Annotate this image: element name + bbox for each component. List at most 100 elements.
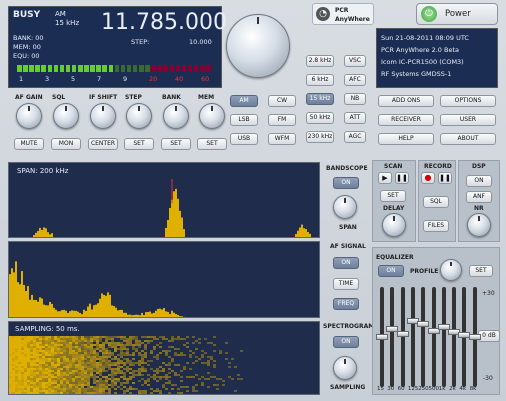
eq-slider[interactable] <box>421 287 425 387</box>
mem-readout: MEM: 00 <box>13 43 41 51</box>
eq-band-label: 60 <box>398 386 405 392</box>
span-knob[interactable] <box>333 195 357 219</box>
scan-set-button[interactable]: SET <box>380 190 406 202</box>
tuning-knob[interactable] <box>226 14 290 78</box>
eq-slider[interactable] <box>473 287 477 387</box>
af-time-button[interactable]: TIME <box>333 278 359 290</box>
eq-slider[interactable] <box>411 287 415 387</box>
info-line: Icom IC-PCR1500 (COM3) <box>381 56 493 68</box>
knob-button[interactable]: MON <box>51 138 81 150</box>
eq-slider-handle[interactable] <box>469 334 481 340</box>
meter-segment <box>188 65 193 72</box>
eq-band-label: 250 <box>418 386 429 392</box>
eq-slider[interactable] <box>442 287 446 387</box>
mode-button[interactable]: LSB <box>230 114 258 126</box>
dsp-on-button[interactable]: ON <box>466 175 492 187</box>
control-knob[interactable] <box>53 103 79 129</box>
meter-segment <box>170 65 175 72</box>
eq-band-label: 125 <box>408 386 419 392</box>
menu-button[interactable]: HELP <box>378 133 434 145</box>
eq-slider[interactable] <box>462 287 466 387</box>
anf-button[interactable]: ANF <box>466 191 492 203</box>
record-button[interactable]: ● <box>421 172 435 184</box>
meter-segment <box>145 65 150 72</box>
meter-scale-label: 9 <box>123 75 127 83</box>
eq-slider[interactable] <box>380 287 384 387</box>
menu-button[interactable]: OPTIONS <box>440 95 496 107</box>
profile-knob[interactable] <box>440 259 462 281</box>
control-knob[interactable] <box>90 103 116 129</box>
knob-button[interactable]: SET <box>161 138 191 150</box>
menu-button[interactable]: ABOUT <box>440 133 496 145</box>
eq-slider[interactable] <box>452 287 456 387</box>
meter-segment <box>60 65 65 72</box>
eq-slider[interactable] <box>401 287 405 387</box>
record-sql-button[interactable]: SQL <box>423 196 449 208</box>
option-button[interactable]: ATT <box>344 112 366 124</box>
bandscope-on-button[interactable]: ON <box>333 177 359 189</box>
meter-segment <box>157 65 162 72</box>
mode-button[interactable]: FM <box>268 114 296 126</box>
meter-scale-label: 40 <box>175 75 183 83</box>
spectrogram-plot: SAMPLING: 50 ms. <box>8 321 320 395</box>
knob-button[interactable]: SET <box>197 138 227 150</box>
delay-knob[interactable] <box>382 213 406 237</box>
spectrogram-on-button[interactable]: ON <box>333 336 359 348</box>
equalizer-set-button[interactable]: SET <box>469 265 493 277</box>
app-window: BUSY AM 15 kHz 11.785.000 BANK: 00 MEM: … <box>0 0 506 401</box>
step-button[interactable]: 50 kHz <box>306 112 334 124</box>
meter-scale-label: 5 <box>71 75 75 83</box>
mode-button[interactable]: AM <box>230 95 258 107</box>
eq-zero-db-button[interactable]: 0 dB <box>478 330 500 342</box>
meter-scale-label: 7 <box>97 75 101 83</box>
af-freq-button[interactable]: FREQ <box>333 298 359 310</box>
option-button[interactable]: VSC <box>344 55 366 67</box>
option-button[interactable]: AGC <box>344 131 366 143</box>
sampling-knob[interactable] <box>333 356 357 380</box>
af-signal-on-button[interactable]: ON <box>333 257 359 269</box>
step-button[interactable]: 6 kHz <box>306 74 334 86</box>
control-knob[interactable] <box>199 103 225 129</box>
scan-pause-button[interactable]: ❚❚ <box>395 172 409 184</box>
option-button[interactable]: NB <box>344 93 366 105</box>
bandscope-plot: SPAN: 200 kHz <box>8 162 320 238</box>
meter-segment <box>133 65 138 72</box>
profile-label: PROFILE <box>410 268 438 275</box>
equalizer-on-button[interactable]: ON <box>378 265 404 277</box>
bank-readout: BANK: 00 <box>13 34 44 42</box>
mode-button[interactable]: CW <box>268 95 296 107</box>
eq-band-label: 15 <box>377 386 384 392</box>
knob-label: AF GAIN <box>15 94 43 101</box>
record-pause-button[interactable]: ❚❚ <box>438 172 452 184</box>
control-knob[interactable] <box>16 103 42 129</box>
step-button[interactable]: 230 kHz <box>306 131 334 143</box>
mode-button[interactable]: USB <box>230 133 258 145</box>
control-knob[interactable] <box>126 103 152 129</box>
option-button[interactable]: AFC <box>344 74 366 86</box>
logo: ◔ PCR AnyWhere <box>312 3 374 25</box>
eq-slider[interactable] <box>390 287 394 387</box>
eq-slider-handle[interactable] <box>376 334 388 340</box>
bandwidth-readout: 15 kHz <box>55 19 79 27</box>
record-title: RECORD <box>424 163 452 170</box>
eq-slider-handle[interactable] <box>417 321 429 327</box>
knob-button[interactable]: MUTE <box>14 138 44 150</box>
step-button[interactable]: 2.8 kHz <box>306 55 334 67</box>
meter-segment <box>78 65 83 72</box>
knob-label: MEM <box>198 94 214 101</box>
knob-button[interactable]: SET <box>124 138 154 150</box>
control-knob[interactable] <box>163 103 189 129</box>
eq-slider-handle[interactable] <box>397 331 409 337</box>
record-files-button[interactable]: FILES <box>423 220 449 232</box>
menu-button[interactable]: ADD ONS <box>378 95 434 107</box>
scan-play-button[interactable]: ▶ <box>378 172 392 184</box>
menu-button[interactable]: USER <box>440 114 496 126</box>
mode-button[interactable]: WFM <box>268 133 296 145</box>
info-line: RF Systems GMDSS-1 <box>381 68 493 80</box>
nr-knob[interactable] <box>467 213 491 237</box>
knob-button[interactable]: CENTER <box>88 138 118 150</box>
eq-slider[interactable] <box>432 287 436 387</box>
step-button[interactable]: 15 kHz <box>306 93 334 105</box>
power-button[interactable]: ⏻ Power <box>416 3 498 25</box>
menu-button[interactable]: RECEIVER <box>378 114 434 126</box>
